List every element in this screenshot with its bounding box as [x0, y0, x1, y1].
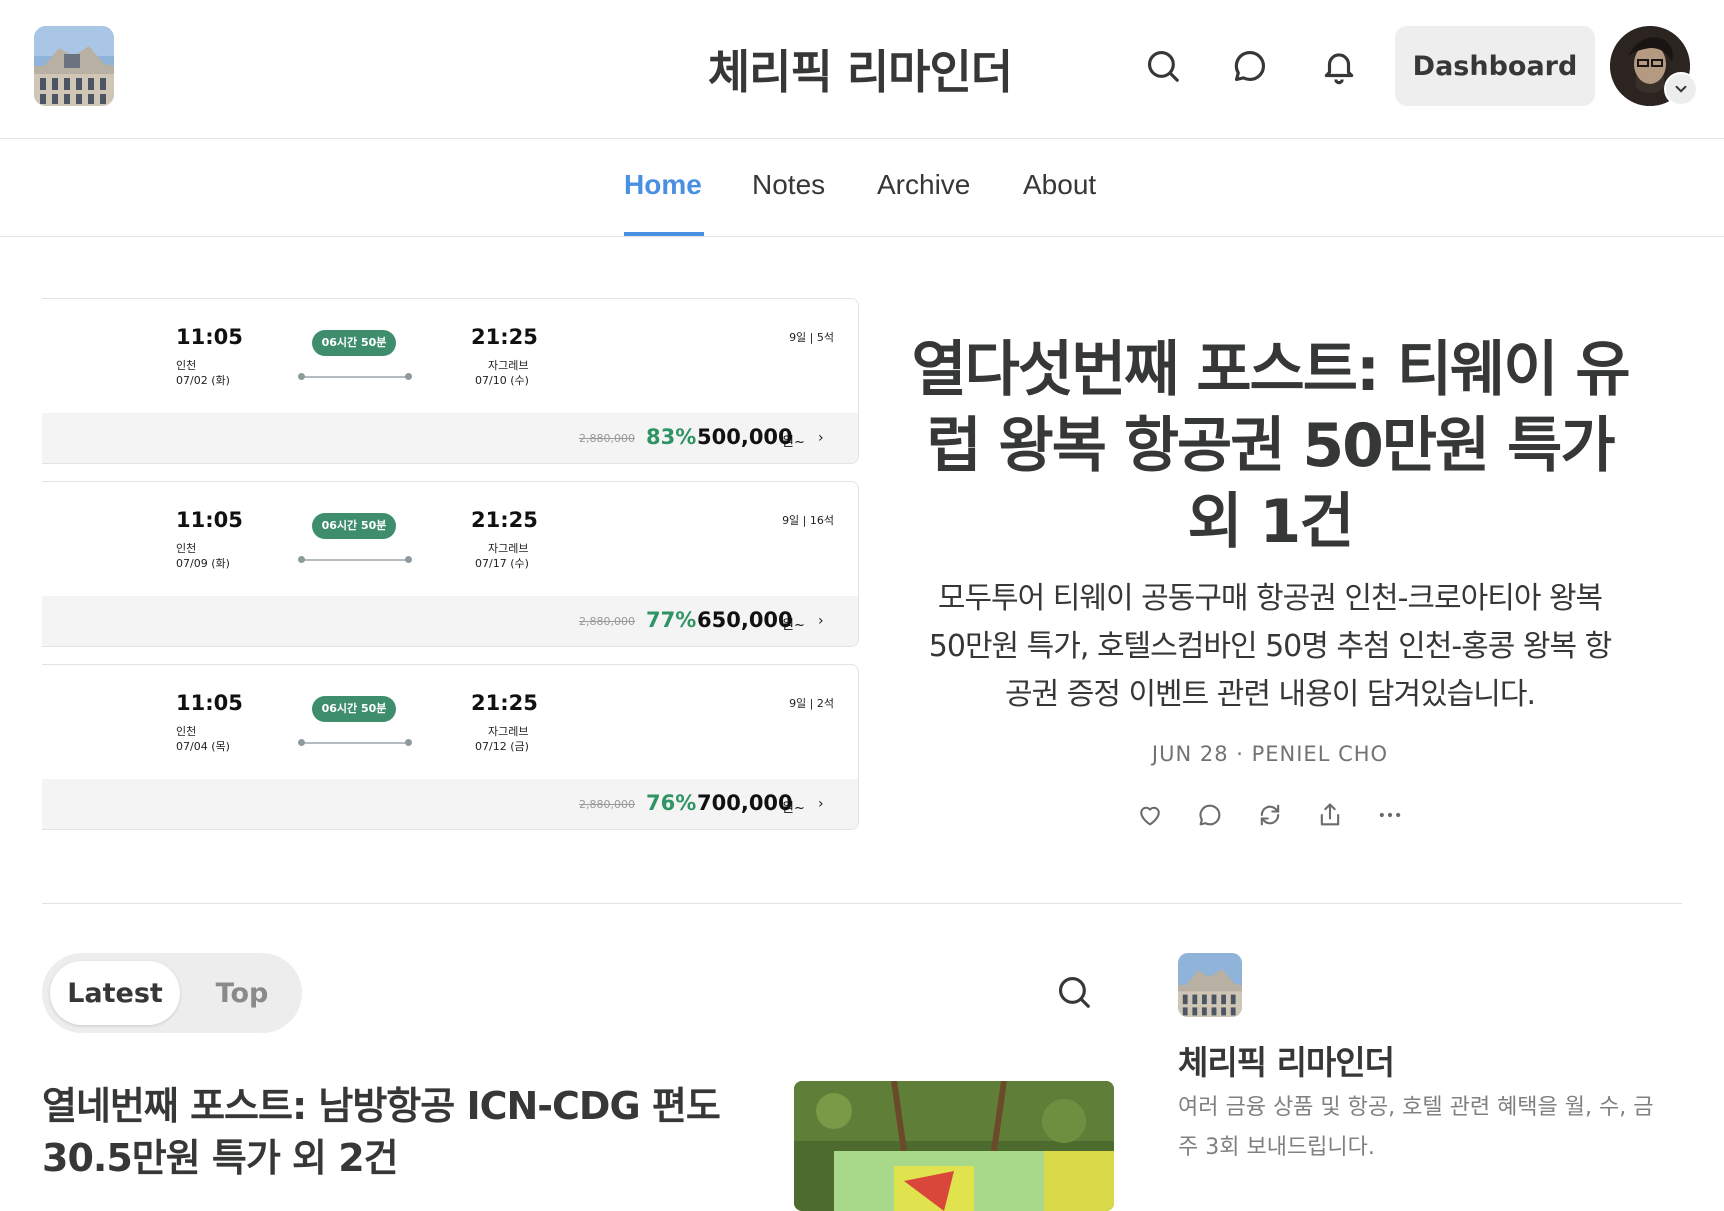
- duration-badge: 06시간 50분: [312, 696, 396, 722]
- share-icon[interactable]: [1313, 798, 1347, 832]
- restack-icon[interactable]: [1253, 798, 1287, 832]
- price-bar: 2,880,000 83% 500,000 원~ ›: [42, 413, 858, 463]
- hero-post-subtitle[interactable]: 모두투어 티웨이 공동구매 항공권 인천-크로아티아 왕복 50만원 특가, 호…: [920, 575, 1620, 719]
- departure-date: 07/09 (화): [176, 557, 230, 570]
- publication-logo-small[interactable]: [1178, 953, 1242, 1017]
- sale-price: 650,000: [697, 608, 793, 632]
- tab-notes[interactable]: Notes: [752, 169, 825, 201]
- feed-toggle: Latest Top: [42, 953, 302, 1033]
- duration-badge: 06시간 50분: [312, 513, 396, 539]
- more-icon[interactable]: [1373, 798, 1407, 832]
- search-icon[interactable]: [1141, 44, 1185, 88]
- discount-percent: 83%: [646, 425, 697, 449]
- arrival-time: 21:25: [471, 691, 538, 715]
- original-price: 2,880,000: [579, 432, 635, 445]
- top-toggle-button[interactable]: Top: [192, 961, 292, 1025]
- latest-toggle-button[interactable]: Latest: [50, 961, 180, 1025]
- original-price: 2,880,000: [579, 798, 635, 811]
- seats-info: 9일 | 5석: [789, 331, 834, 344]
- price-bar: 2,880,000 77% 650,000 원~ ›: [42, 596, 858, 646]
- hero-post-image[interactable]: 11:05 인천 07/02 (화) 06시간 50분 21:25 자그레브 0…: [42, 298, 859, 830]
- arrival-city: 자그레브: [488, 542, 529, 555]
- flight-card: 11:05 인천 07/04 (목) 06시간 50분 21:25 자그레브 0…: [42, 664, 859, 830]
- discount-percent: 76%: [646, 791, 697, 815]
- departure-city: 인천: [176, 542, 197, 555]
- departure-date: 07/04 (목): [176, 740, 230, 753]
- sidebar-publication-description: 여러 금융 상품 및 항공, 호텔 관련 혜택을 월, 수, 금 주 3회 보내…: [1178, 1095, 1654, 1160]
- sidebar-publication-name[interactable]: 체리픽 리마인더: [1178, 1036, 1395, 1084]
- departure-city: 인천: [176, 359, 197, 372]
- chevron-right-icon: ›: [818, 796, 824, 812]
- tab-home[interactable]: Home: [624, 169, 702, 201]
- departure-city: 인천: [176, 725, 197, 738]
- tab-archive[interactable]: Archive: [877, 169, 970, 201]
- original-price: 2,880,000: [579, 615, 635, 628]
- comment-icon[interactable]: [1193, 798, 1227, 832]
- hero-post-title[interactable]: 열다섯번째 포스트: 티웨이 유럽 왕복 항공권 50만원 특가 외 1건: [900, 332, 1640, 560]
- post-actions: [1133, 798, 1403, 832]
- route-line: [298, 556, 412, 563]
- flight-card: 11:05 인천 07/09 (화) 06시간 50분 21:25 자그레브 0…: [42, 481, 859, 647]
- chevron-right-icon: ›: [818, 613, 824, 629]
- chevron-right-icon: ›: [818, 430, 824, 446]
- arrival-time: 21:25: [471, 508, 538, 532]
- duration-badge: 06시간 50분: [312, 330, 396, 356]
- arrival-date: 07/12 (금): [475, 740, 529, 753]
- search-icon[interactable]: [1052, 970, 1096, 1014]
- arrival-city: 자그레브: [488, 725, 529, 738]
- bell-icon[interactable]: [1317, 44, 1361, 88]
- main-nav: Home Notes Archive About: [0, 139, 1724, 237]
- route-line: [298, 739, 412, 746]
- departure-time: 11:05: [176, 325, 243, 349]
- discount-percent: 77%: [646, 608, 697, 632]
- sale-price: 700,000: [697, 791, 793, 815]
- departure-time: 11:05: [176, 691, 243, 715]
- heart-icon[interactable]: [1133, 798, 1167, 832]
- arrival-time: 21:25: [471, 325, 538, 349]
- departure-time: 11:05: [176, 508, 243, 532]
- post-title[interactable]: 열네번째 포스트: 남방항공 ICN-CDG 편도 30.5만원 특가 외 2건: [42, 1080, 722, 1184]
- route-line: [298, 373, 412, 380]
- departure-date: 07/02 (화): [176, 374, 230, 387]
- dashboard-button[interactable]: Dashboard: [1395, 26, 1595, 106]
- arrival-date: 07/10 (수): [475, 374, 529, 387]
- section-divider: [42, 903, 1682, 904]
- seats-info: 9일 | 2석: [789, 697, 834, 710]
- currency-label: 원~: [782, 801, 805, 816]
- currency-label: 원~: [782, 435, 805, 450]
- site-header: 체리픽 리마인더 Dashboard: [0, 0, 1724, 139]
- seats-info: 9일 | 16석: [782, 514, 834, 527]
- building-photo-icon: [1178, 953, 1242, 1017]
- price-bar: 2,880,000 76% 700,000 원~ ›: [42, 779, 858, 829]
- arrival-city: 자그레브: [488, 359, 529, 372]
- hero-post-meta: JUN 28 · PENIEL CHO: [1151, 742, 1389, 766]
- publication-logo[interactable]: [34, 26, 114, 106]
- tab-about[interactable]: About: [1023, 169, 1096, 201]
- chat-icon[interactable]: [1228, 44, 1272, 88]
- arrival-date: 07/17 (수): [475, 557, 529, 570]
- flight-card: 11:05 인천 07/02 (화) 06시간 50분 21:25 자그레브 0…: [42, 298, 859, 464]
- active-tab-indicator: [624, 232, 704, 236]
- sale-price: 500,000: [697, 425, 793, 449]
- chevron-down-icon[interactable]: [1664, 72, 1698, 106]
- currency-label: 원~: [782, 618, 805, 633]
- building-photo-icon: [34, 26, 114, 106]
- site-title[interactable]: 체리픽 리마인더: [600, 36, 1120, 102]
